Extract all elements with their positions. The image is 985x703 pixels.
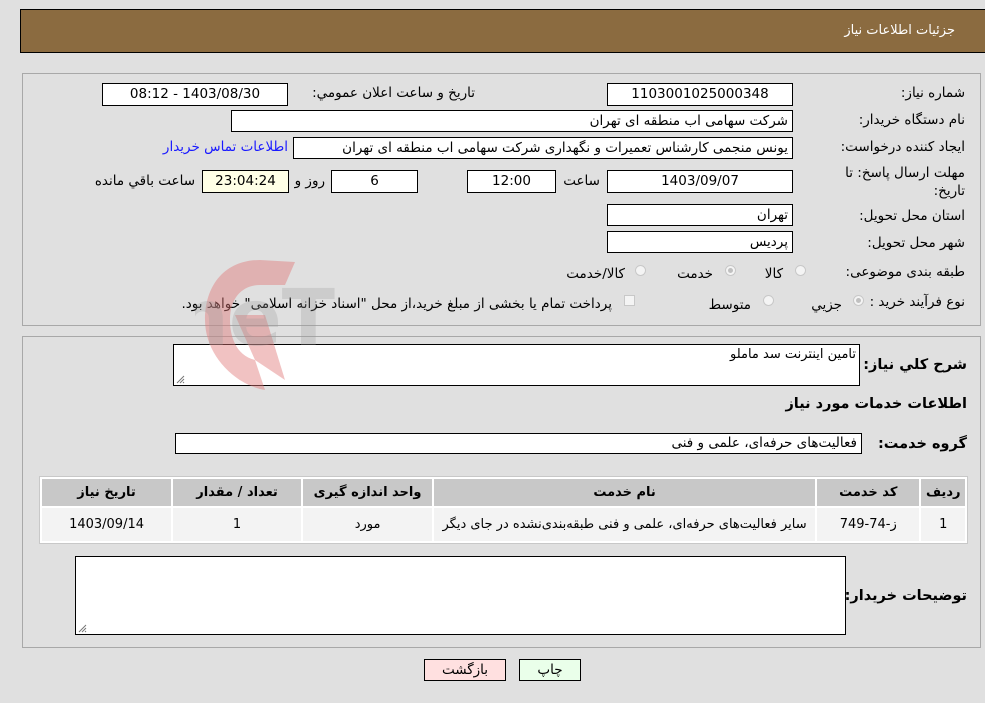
process-minor-label: جزيي [811, 297, 842, 313]
cell-service-name: سایر فعالیت‌های حرفه‌ای، علمی و فنی طبقه… [434, 508, 816, 541]
buyer-notes-label: توضیحات خریدار: [844, 588, 967, 604]
treasury-checkbox[interactable] [624, 295, 635, 306]
description-textarea[interactable]: تامین اینترنت سد ماملو [173, 344, 860, 386]
announce-label: تاریخ و ساعت اعلان عمومي: [312, 85, 475, 101]
cell-row-number: 1 [921, 508, 965, 541]
category-goods-label: کالا [764, 266, 783, 282]
cell-need-date: 1403/09/14 [42, 508, 172, 541]
radio-category-both[interactable] [635, 265, 646, 276]
buyer-notes-textarea[interactable] [75, 556, 846, 635]
resize-grip-icon[interactable] [176, 375, 185, 384]
radio-process-medium[interactable] [763, 295, 774, 306]
province-label: استان محل تحویل: [859, 208, 965, 224]
buyer-org-field[interactable]: شرکت سهامی اب منطقه ای تهران [231, 110, 793, 132]
radio-process-minor[interactable] [853, 295, 864, 306]
days-field[interactable]: 6 [331, 170, 418, 193]
table-row: 1 ز-74-749 سایر فعالیت‌های حرفه‌ای، علمی… [42, 508, 965, 541]
cell-service-code: ز-74-749 [817, 508, 920, 541]
col-quantity: تعداد / مقدار [173, 479, 302, 506]
col-need-date: تاریخ نیاز [42, 479, 172, 506]
creator-label: ایجاد کننده درخواست: [840, 139, 965, 155]
col-row-number: ردیف [921, 479, 965, 506]
deadline-time-field[interactable]: 12:00 [467, 170, 556, 193]
print-button[interactable]: چاپ [519, 659, 581, 681]
province-field[interactable]: تهران [607, 204, 793, 226]
col-unit: واحد اندازه گیری [303, 479, 433, 506]
col-service-name: نام خدمت [434, 479, 816, 506]
description-text: تامین اینترنت سد ماملو [729, 347, 856, 362]
deadline-date-field[interactable]: 1403/09/07 [607, 170, 793, 193]
treasury-note: پرداخت تمام یا بخشی از مبلغ خرید،از محل … [181, 296, 612, 312]
page-title: جزئیات اطلاعات نیاز [844, 23, 955, 38]
deadline-label-line1: مهلت ارسال پاسخ: تا [845, 165, 965, 181]
buyer-org-label: نام دستگاه خریدار: [858, 112, 965, 128]
need-number-label: شماره نیاز: [900, 85, 965, 101]
creator-field[interactable]: یونس منجمی کارشناس تعمیرات و نگهداری شرک… [293, 137, 793, 159]
process-label: نوع فرآیند خرید : [869, 294, 965, 310]
back-button[interactable]: بازگشت [424, 659, 506, 681]
category-both-label: کالا/خدمت [566, 266, 625, 282]
city-label: شهر محل تحویل: [867, 235, 965, 251]
service-group-field[interactable]: فعالیت‌های حرفه‌ای، علمی و فنی [175, 433, 862, 454]
need-number-field[interactable]: 1103001025000348 [607, 83, 793, 106]
resize-grip-icon[interactable] [78, 624, 87, 633]
buyer-contact-link[interactable]: اطلاعات تماس خریدار [163, 139, 288, 155]
cell-quantity: 1 [173, 508, 302, 541]
city-field[interactable]: پردیس [607, 231, 793, 253]
services-heading: اطلاعات خدمات مورد نیاز [785, 396, 967, 412]
services-table: ردیف کد خدمت نام خدمت واحد اندازه گیری ت… [39, 476, 968, 544]
deadline-label: مهلت ارسال پاسخ: تا تاریخ: [845, 164, 965, 200]
announce-field[interactable]: 1403/08/30 - 08:12 [102, 83, 288, 106]
process-medium-label: متوسط [708, 297, 751, 313]
category-service-label: خدمت [677, 266, 713, 282]
radio-category-goods[interactable] [795, 265, 806, 276]
page-header: جزئیات اطلاعات نیاز [20, 9, 985, 53]
time-label: ساعت [563, 173, 600, 189]
description-label: شرح كلي نیاز: [863, 357, 967, 373]
deadline-label-line2: تاریخ: [933, 183, 965, 199]
cell-unit: مورد [303, 508, 433, 541]
remaining-label: ساعت باقي مانده [94, 173, 195, 189]
col-service-code: کد خدمت [817, 479, 920, 506]
remaining-time-field: 23:04:24 [202, 170, 289, 193]
table-header-row: ردیف کد خدمت نام خدمت واحد اندازه گیری ت… [42, 479, 965, 506]
days-label: روز و [294, 173, 325, 189]
service-group-label: گروه خدمت: [877, 436, 967, 452]
radio-category-service[interactable] [725, 265, 736, 276]
category-label: طبقه بندی موضوعی: [845, 264, 965, 280]
